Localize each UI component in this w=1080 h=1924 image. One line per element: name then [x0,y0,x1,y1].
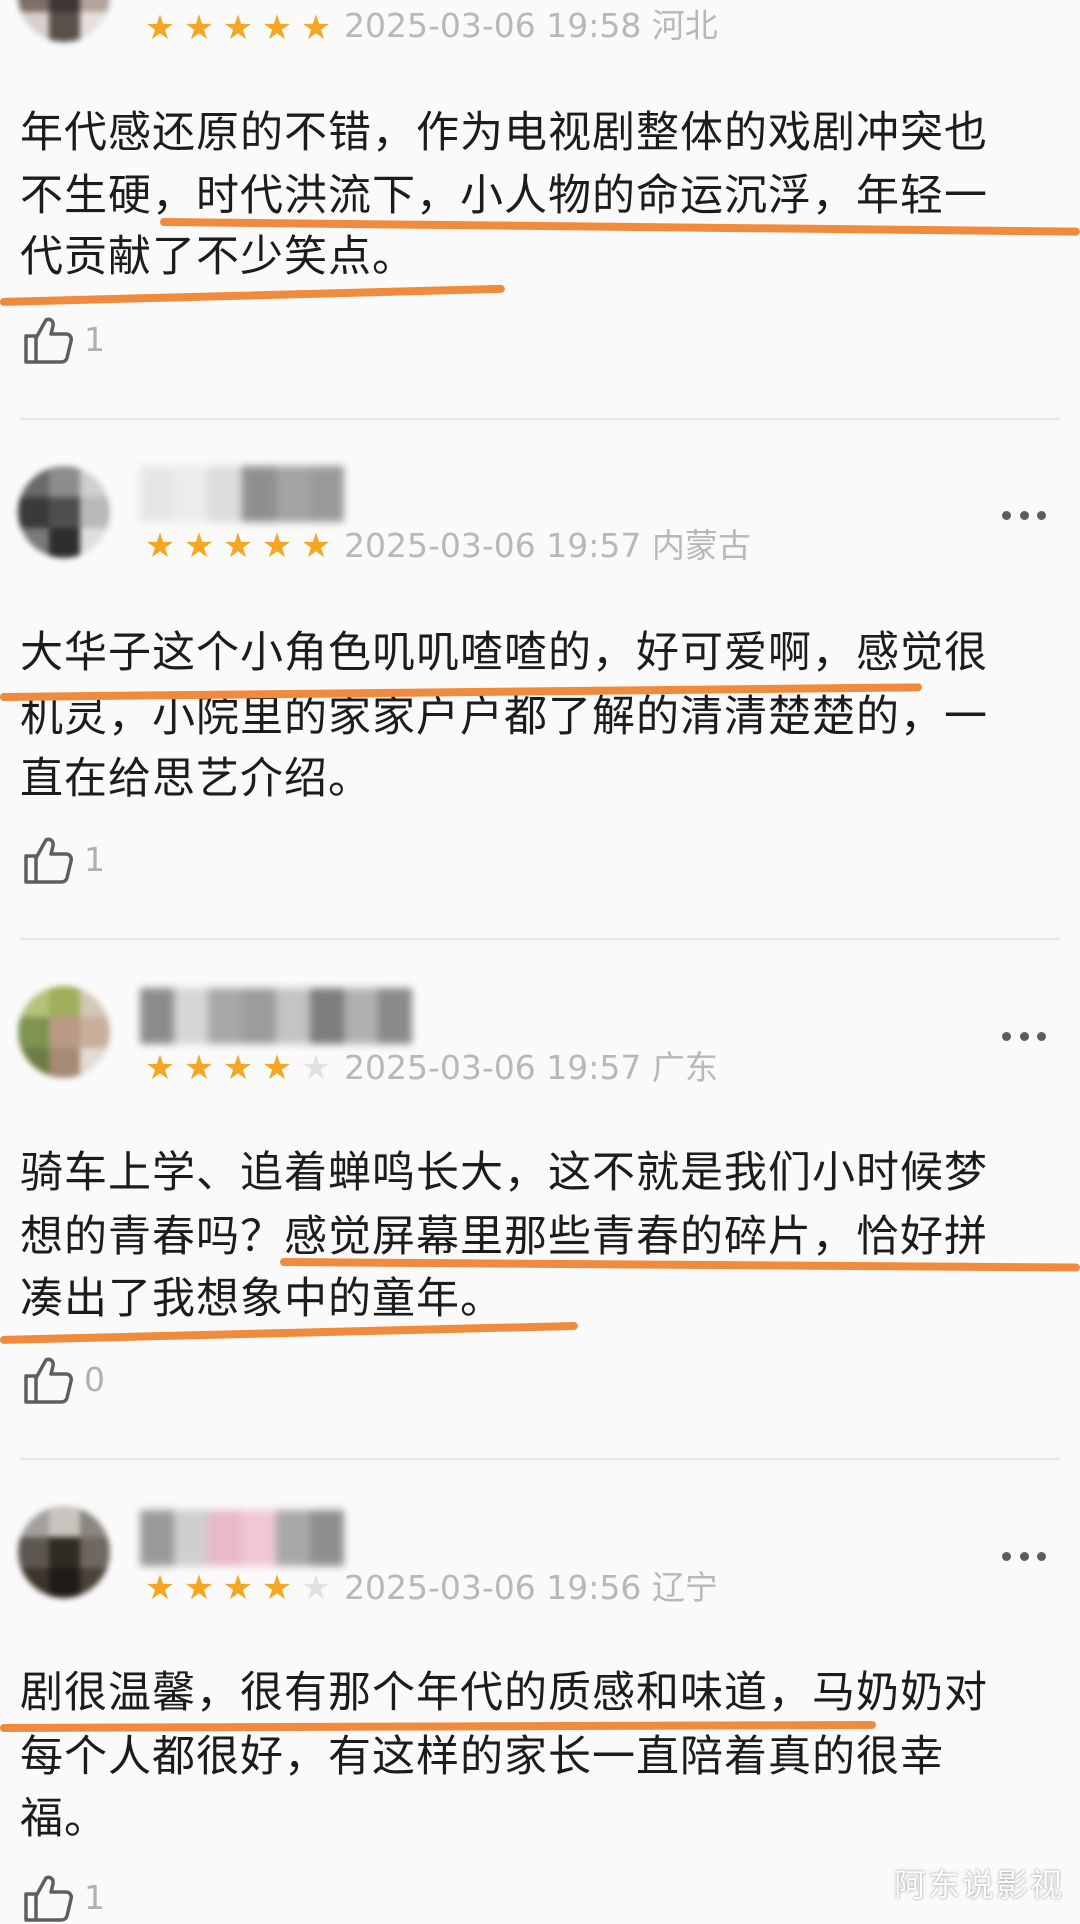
star-icon: ★ [261,526,293,566]
review-text-line: 直在给思艺介绍。 [20,754,372,804]
star-icon: ★ [144,526,176,566]
user-avatar[interactable] [18,466,110,558]
rating-stars: ★ ★ ★ ★ ★ [142,1050,334,1086]
star-icon: ★ [183,8,215,48]
review-divider [20,418,1060,420]
star-icon: ★ [222,526,254,566]
star-icon: ★ [222,8,254,48]
username-blurred[interactable] [140,466,344,522]
thumbs-up-icon [24,1875,73,1922]
like-button[interactable]: 0 [22,1354,105,1406]
like-count: 0 [84,1360,105,1399]
star-icon: ★ [261,1048,293,1088]
star-icon: ★ [261,1568,293,1608]
thumbs-up-icon [24,837,73,884]
star-icon: ★ [222,1568,254,1608]
review-date: 2025-03-06 19:56 [344,1568,642,1607]
review-location: 广东 [651,1048,718,1087]
review-divider [20,938,1060,940]
rating-stars: ★ ★ ★ ★ ★ [142,528,334,564]
star-icon: ★ [300,8,332,48]
watermark-text: 阿东说影视 [893,1866,1064,1904]
username-blurred[interactable] [140,1510,344,1566]
review-text-line: 大华子这个小角色叽叽喳喳的，好可爱啊，感觉很 [20,628,988,678]
review-meta: 2025-03-06 19:56 辽宁 [344,1568,718,1608]
rating-stars: ★ ★ ★ ★ ★ [142,10,334,46]
review-meta: 2025-03-06 19:57 内蒙古 [344,526,751,566]
review-text-line: 剧很温馨，很有那个年代的质感和味道，马奶奶对 [20,1668,988,1718]
review-text-line: 年代感还原的不错，作为电视剧整体的戏剧冲突也 [20,108,988,158]
user-avatar[interactable] [18,986,110,1078]
star-icon: ★ [183,1048,215,1088]
review-feed: ★ ★ ★ ★ ★ 2025-03-06 19:58 河北 年代感还原的不错，作为电视剧… [0,0,1080,1922]
review-location: 内蒙古 [651,526,751,565]
more-options-button[interactable] [1002,1546,1046,1566]
review-date: 2025-03-06 19:58 [344,6,642,45]
star-icon: ★ [222,1048,254,1088]
star-icon: ★ [300,1568,332,1608]
like-count: 1 [84,320,105,359]
like-button[interactable]: 1 [22,314,105,366]
thumbs-up-icon [24,317,73,364]
review-text-line: 福。 [20,1794,108,1844]
more-options-button[interactable] [1002,1026,1046,1046]
more-options-button[interactable] [1002,505,1046,525]
thumbs-up-icon [24,1357,73,1404]
review-date: 2025-03-06 19:57 [344,526,642,565]
review-location: 河北 [651,6,718,45]
user-avatar[interactable] [18,1506,110,1598]
review-location: 辽宁 [651,1568,718,1607]
star-icon: ★ [144,1048,176,1088]
star-icon: ★ [300,526,332,566]
like-count: 1 [84,840,105,879]
review-divider [20,1458,1060,1460]
like-button[interactable]: 1 [22,834,105,886]
like-button[interactable]: 1 [22,1872,105,1924]
more-dots-icon [1002,1031,1011,1041]
review-meta: 2025-03-06 19:57 广东 [344,1048,718,1088]
user-avatar[interactable] [18,0,110,42]
review-text-line: 骑车上学、追着蝉鸣长大，这不就是我们小时候梦 [20,1148,988,1198]
review-text-line: 代贡献了不少笑点。 [20,232,416,282]
star-icon: ★ [183,1568,215,1608]
like-count: 1 [84,1878,105,1917]
review-meta: 2025-03-06 19:58 河北 [344,6,718,46]
star-icon: ★ [144,8,176,48]
more-dots-icon [1002,1551,1011,1561]
username-blurred[interactable] [140,988,412,1044]
star-icon: ★ [183,526,215,566]
rating-stars: ★ ★ ★ ★ ★ [142,1570,334,1606]
star-icon: ★ [144,1568,176,1608]
review-text-line: 每个人都很好，有这样的家长一直陪着真的很幸 [20,1732,944,1782]
star-icon: ★ [300,1048,332,1088]
more-dots-icon [1002,510,1011,520]
review-text-line: 凑出了我想象中的童年。 [20,1274,504,1324]
review-date: 2025-03-06 19:57 [344,1048,642,1087]
star-icon: ★ [261,8,293,48]
